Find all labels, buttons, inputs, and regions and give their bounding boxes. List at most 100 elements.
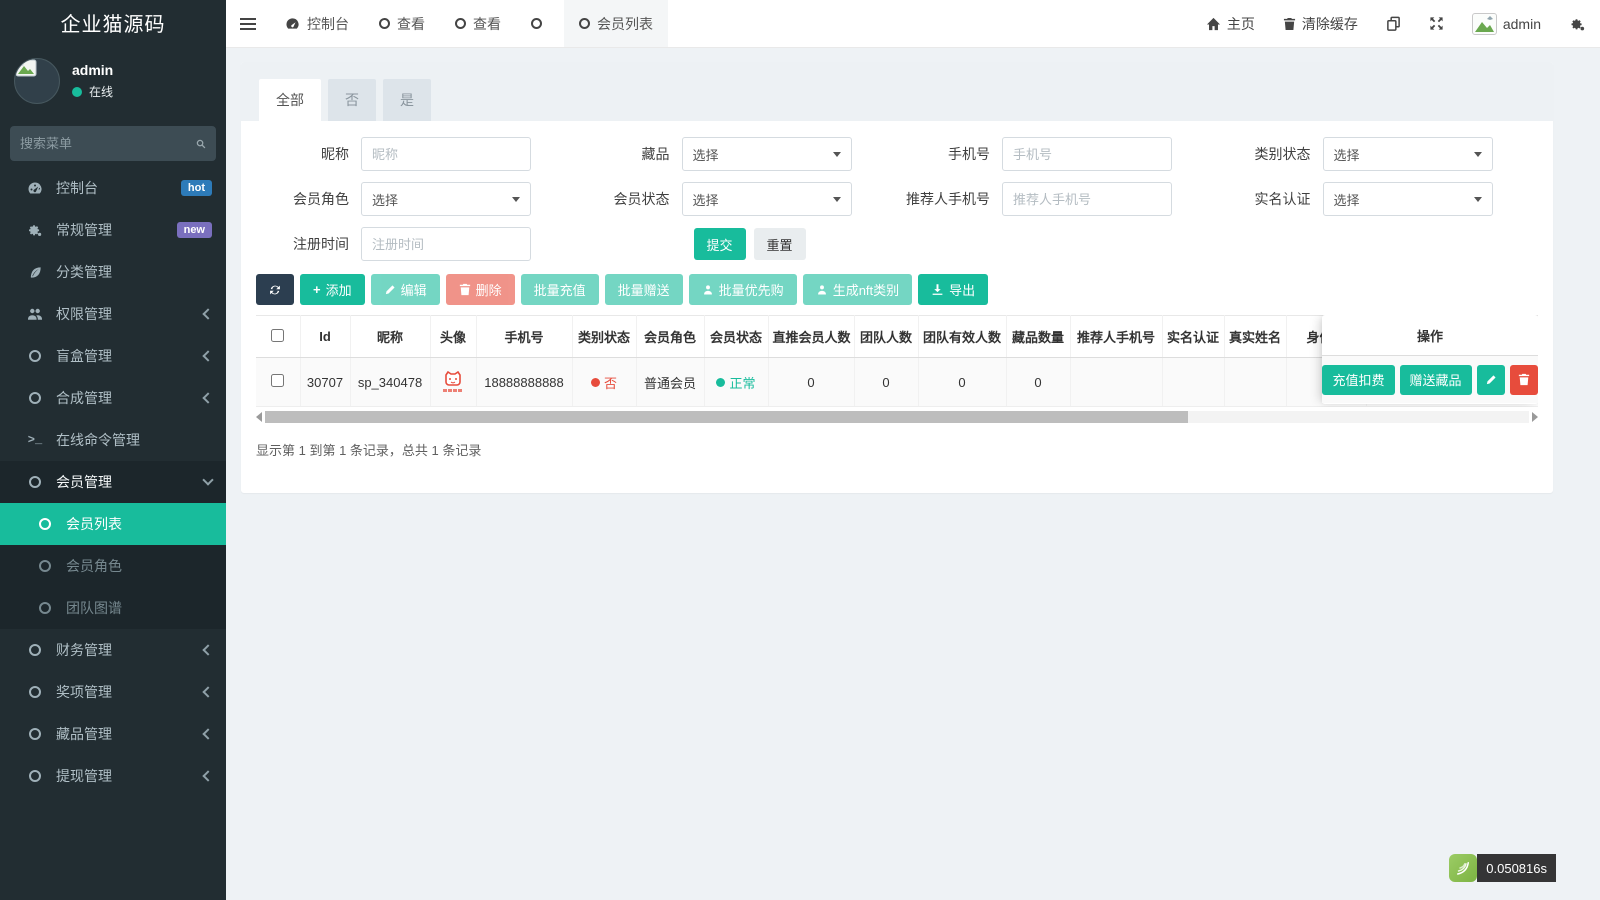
refresh-button[interactable] [256, 274, 294, 305]
tab-view-1[interactable]: 查看 [364, 0, 440, 47]
sidebar-item-label: 会员列表 [66, 514, 212, 534]
sidebar-item-collections[interactable]: 藏品管理 [0, 713, 226, 755]
member-status-select[interactable]: 选择 [682, 182, 852, 216]
column-header-member-status[interactable]: 会员状态 [704, 316, 768, 358]
scroll-left-arrow[interactable] [256, 412, 262, 422]
column-header-realname-auth[interactable]: 实名认证 [1162, 316, 1224, 358]
thinkphp-logo-icon[interactable] [1449, 854, 1477, 882]
circle-icon [34, 602, 56, 614]
gears-icon [1569, 16, 1586, 32]
cell-team-valid: 0 [918, 358, 1006, 407]
member-role-select[interactable]: 选择 [361, 182, 531, 216]
submit-button[interactable]: 提交 [694, 228, 746, 260]
batch-recharge-button[interactable]: 批量充值 [521, 274, 599, 305]
category-status-label: 类别状态 [1218, 144, 1323, 164]
cell-avatar[interactable] [430, 358, 476, 407]
tab-member-list[interactable]: 会员列表 [564, 0, 668, 47]
filter-tab-all[interactable]: 全部 [259, 79, 321, 121]
column-header-avatar[interactable]: 头像 [430, 316, 476, 358]
row-delete-button[interactable] [1510, 365, 1538, 395]
sidebar-item-awards[interactable]: 奖项管理 [0, 671, 226, 713]
sidebar-toggle-button[interactable] [226, 0, 270, 47]
user-menu[interactable]: admin [1458, 0, 1555, 47]
sidebar-item-blindbox[interactable]: 盲盒管理 [0, 335, 226, 377]
column-header-team-valid[interactable]: 团队有效人数 [918, 316, 1006, 358]
scroll-right-arrow[interactable] [1532, 412, 1538, 422]
sidebar-item-online-command[interactable]: >_ 在线命令管理 [0, 419, 226, 461]
batch-priority-button[interactable]: 批量优先购 [689, 274, 797, 305]
column-header-direct-members[interactable]: 直推会员人数 [768, 316, 854, 358]
fullscreen-button[interactable] [1415, 0, 1458, 47]
sidebar-item-dashboard[interactable]: 控制台 hot [0, 167, 226, 209]
phone-label: 手机号 [897, 144, 1002, 164]
batch-gift-button[interactable]: 批量赠送 [605, 274, 683, 305]
sidebar-item-general[interactable]: 常规管理 new [0, 209, 226, 251]
column-header-phone[interactable]: 手机号 [476, 316, 572, 358]
column-header-referrer-phone[interactable]: 推荐人手机号 [1070, 316, 1162, 358]
sidebar-item-synthesis[interactable]: 合成管理 [0, 377, 226, 419]
delete-button[interactable]: 删除 [446, 274, 515, 305]
filter-tab-yes[interactable]: 是 [383, 79, 431, 121]
sidebar-item-withdrawal[interactable]: 提现管理 [0, 755, 226, 797]
sidebar-item-label: 常规管理 [56, 220, 177, 240]
clear-cache-button[interactable]: 清除缓存 [1269, 0, 1372, 47]
tab-blank[interactable] [516, 0, 564, 47]
export-button[interactable]: 导出 [918, 274, 988, 305]
copy-page-button[interactable] [1372, 0, 1415, 47]
circle-icon [24, 770, 46, 782]
column-header-realname[interactable]: 真实姓名 [1224, 316, 1286, 358]
column-header-member-role[interactable]: 会员角色 [636, 316, 704, 358]
referrer-phone-label: 推荐人手机号 [897, 189, 1002, 209]
sidebar-item-permissions[interactable]: 权限管理 [0, 293, 226, 335]
menu-search-input[interactable] [20, 136, 196, 151]
category-status-select[interactable]: 选择 [1323, 137, 1493, 171]
member-list-panel: 全部 否 是 昵称 藏品 选择 手机号 [241, 62, 1553, 493]
chevron-left-icon [202, 308, 213, 319]
sidebar-item-category[interactable]: 分类管理 [0, 251, 226, 293]
tab-view-2[interactable]: 查看 [440, 0, 516, 47]
nickname-input[interactable] [361, 137, 531, 171]
realname-select[interactable]: 选择 [1323, 182, 1493, 216]
filter-tab-strip: 全部 否 是 [241, 62, 1553, 121]
circle-icon [34, 560, 56, 572]
referrer-phone-input[interactable] [1002, 182, 1172, 216]
column-header-nickname[interactable]: 昵称 [350, 316, 430, 358]
sidebar-item-member-role[interactable]: 会员角色 [0, 545, 226, 587]
add-button[interactable]: + 添加 [300, 274, 365, 305]
recharge-deduct-button[interactable]: 充值扣费 [1322, 365, 1394, 395]
row-edit-button[interactable] [1477, 365, 1505, 395]
copy-icon [1386, 16, 1401, 31]
settings-menu[interactable] [1555, 0, 1600, 47]
register-time-input[interactable] [361, 227, 531, 261]
select-all-checkbox[interactable] [271, 329, 284, 342]
leaf-icon [24, 265, 46, 280]
collection-select[interactable]: 选择 [682, 137, 852, 171]
row-checkbox[interactable] [271, 374, 284, 387]
edit-button[interactable]: 编辑 [371, 274, 440, 305]
sidebar-item-team-graph[interactable]: 团队图谱 [0, 587, 226, 629]
filter-tab-no[interactable]: 否 [328, 79, 376, 121]
scrollbar-thumb[interactable] [265, 411, 1188, 423]
phone-input[interactable] [1002, 137, 1172, 171]
cell-id: 30707 [300, 358, 350, 407]
generate-nft-button[interactable]: 生成nft类别 [803, 274, 912, 305]
gift-collection-button[interactable]: 赠送藏品 [1400, 365, 1472, 395]
main-content: 全部 否 是 昵称 藏品 选择 手机号 [226, 48, 1600, 900]
user-icon [816, 284, 828, 296]
search-icon[interactable] [196, 137, 206, 151]
circle-icon [24, 728, 46, 740]
reset-button[interactable]: 重置 [754, 228, 806, 260]
column-header-category-status[interactable]: 类别状态 [572, 316, 636, 358]
column-header-team-count[interactable]: 团队人数 [854, 316, 918, 358]
sidebar-item-member-management[interactable]: 会员管理 [0, 461, 226, 503]
scrollbar-track[interactable] [265, 411, 1529, 423]
home-link[interactable]: 主页 [1192, 0, 1269, 47]
column-header-collection-count[interactable]: 藏品数量 [1006, 316, 1070, 358]
sidebar-item-finance[interactable]: 财务管理 [0, 629, 226, 671]
sidebar-item-member-list[interactable]: 会员列表 [0, 503, 226, 545]
user-avatar[interactable] [14, 58, 60, 104]
tab-dashboard[interactable]: 控制台 [270, 0, 364, 47]
column-header-id[interactable]: Id [300, 316, 350, 358]
caret-down-icon [1474, 197, 1482, 202]
menu-search[interactable] [10, 126, 216, 161]
